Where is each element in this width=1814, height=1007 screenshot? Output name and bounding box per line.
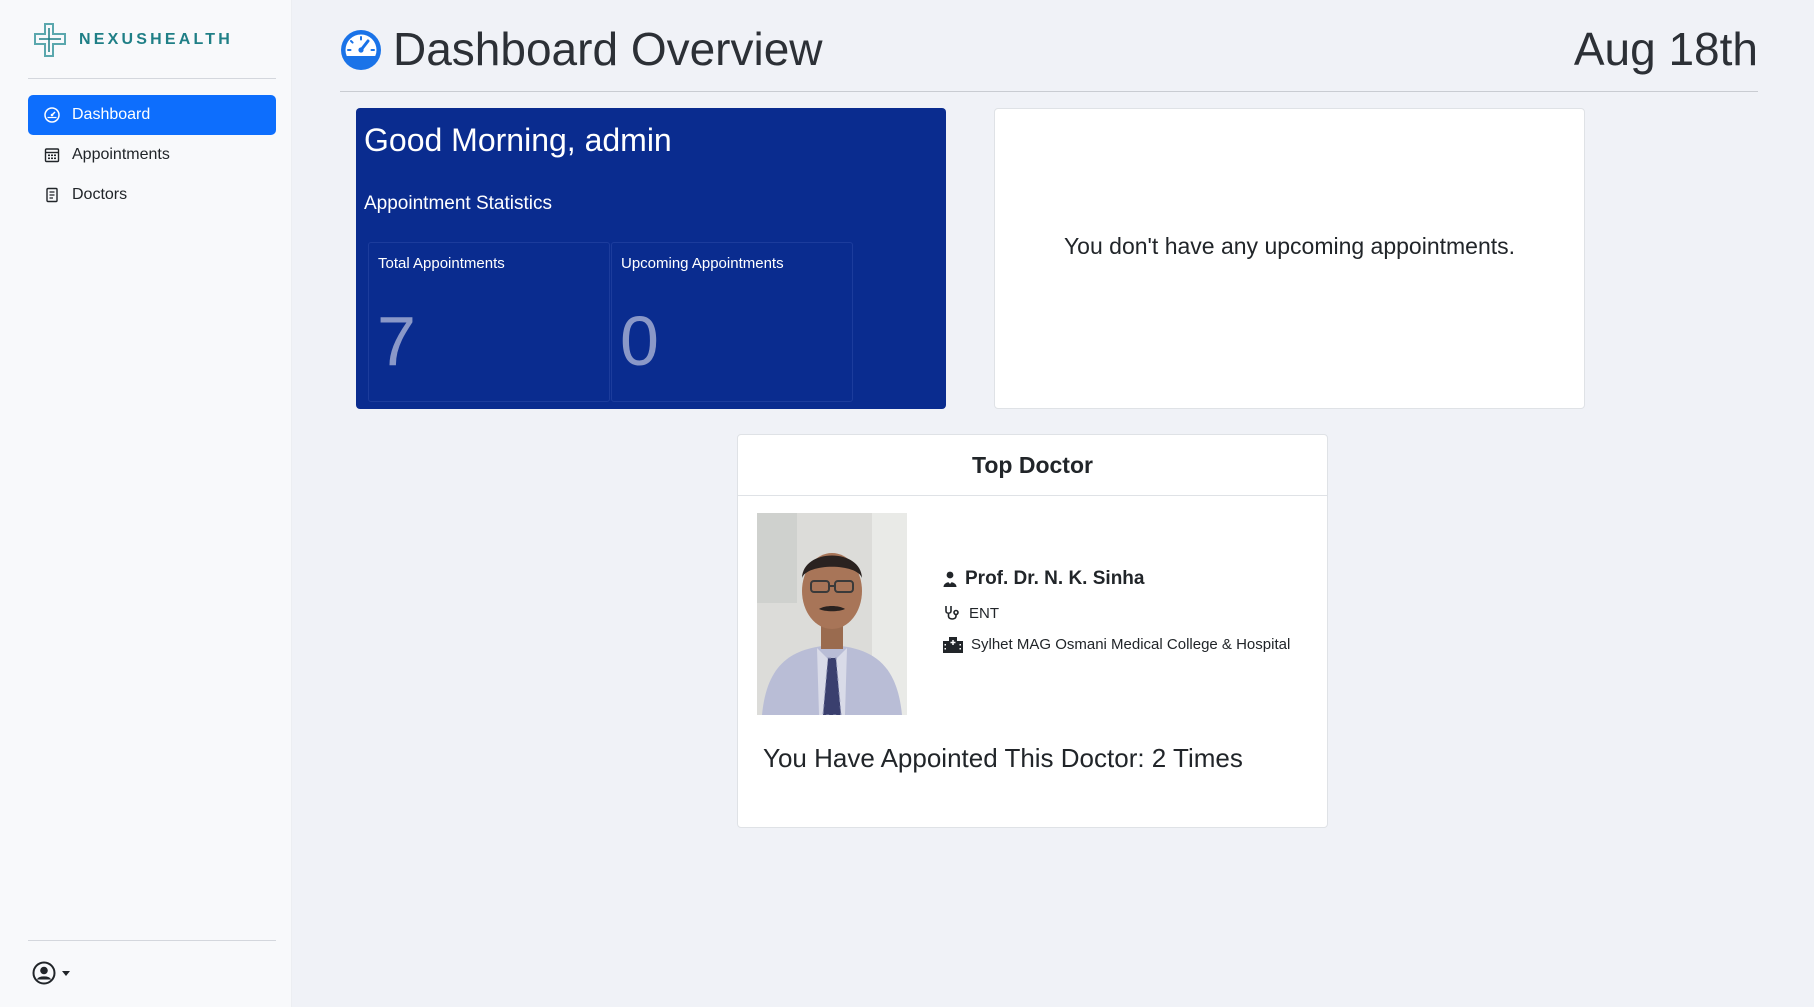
- doctor-photo[interactable]: [757, 513, 907, 715]
- stat-label: Total Appointments: [378, 255, 505, 272]
- brand[interactable]: NEXUSHEALTH: [33, 22, 233, 58]
- sidebar-nav: Dashboard Appointments Doctors: [28, 95, 276, 215]
- greeting-title: Good Morning, admin: [364, 122, 672, 158]
- doctor-hospital: Sylhet MAG Osmani Medical College & Hosp…: [971, 636, 1291, 653]
- brand-name: NEXUSHEALTH: [79, 31, 234, 48]
- gauge-icon: [44, 107, 60, 123]
- sidebar: NEXUSHEALTH Dashboard Appointments Docto…: [0, 0, 292, 1007]
- current-date: Aug 18th: [1573, 23, 1758, 75]
- stat-value: 7: [377, 302, 416, 380]
- doctor-specialty: ENT: [969, 604, 999, 622]
- user-menu-toggle[interactable]: [32, 961, 70, 985]
- stat-value: 0: [620, 302, 659, 380]
- brand-logo-icon: [34, 23, 66, 57]
- greeting-card: Good Morning, admin Appointment Statisti…: [356, 108, 946, 409]
- doctor-name[interactable]: Prof. Dr. N. K. Sinha: [965, 568, 1144, 590]
- sidebar-item-label: Appointments: [72, 146, 170, 163]
- doctor-info: Prof. Dr. N. K. Sinha ENT Sylhet MAG Osm…: [943, 568, 1323, 667]
- page-header: Dashboard Overview Aug 18th: [340, 0, 1758, 92]
- doctor-specialty-row: ENT: [943, 604, 1323, 622]
- doctor-portrait-icon: [757, 513, 907, 715]
- app-root: NEXUSHEALTH Dashboard Appointments Docto…: [0, 0, 1814, 1007]
- card-title: Top Doctor: [738, 435, 1327, 496]
- page-title: Dashboard Overview: [393, 23, 823, 75]
- sidebar-item-doctors[interactable]: Doctors: [28, 175, 276, 215]
- doctor-person-icon: [943, 571, 957, 587]
- stat-upcoming-appointments: Upcoming Appointments 0: [611, 242, 853, 402]
- stat-label: Upcoming Appointments: [621, 255, 784, 272]
- doctor-name-row: Prof. Dr. N. K. Sinha: [943, 568, 1323, 590]
- hospital-icon: [943, 636, 963, 653]
- sidebar-divider: [28, 78, 276, 79]
- user-circle-icon: [32, 961, 56, 985]
- stat-total-appointments: Total Appointments 7: [368, 242, 610, 402]
- sidebar-item-label: Doctors: [72, 186, 128, 203]
- stats-title: Appointment Statistics: [364, 193, 552, 214]
- chevron-down-icon: [62, 970, 70, 976]
- top-doctor-card: Top Doctor Prof. Dr. N. K. Sinha ENT Syl…: [737, 434, 1328, 828]
- sidebar-item-dashboard[interactable]: Dashboard: [28, 95, 276, 135]
- speedometer-icon: [341, 30, 381, 70]
- empty-state-message: You don't have any upcoming appointments…: [1063, 232, 1516, 259]
- clipboard-icon: [44, 187, 60, 203]
- upcoming-appointments-card: You don't have any upcoming appointments…: [994, 108, 1585, 409]
- appointed-count-text: You Have Appointed This Doctor: 2 Times: [763, 743, 1243, 773]
- header-divider: [340, 91, 1758, 92]
- stethoscope-icon: [945, 606, 959, 620]
- doctor-hospital-row: Sylhet MAG Osmani Medical College & Hosp…: [943, 636, 1323, 653]
- sidebar-footer-divider: [28, 940, 276, 941]
- sidebar-item-label: Dashboard: [72, 106, 151, 123]
- sidebar-item-appointments[interactable]: Appointments: [28, 135, 276, 175]
- calendar-icon: [44, 147, 60, 163]
